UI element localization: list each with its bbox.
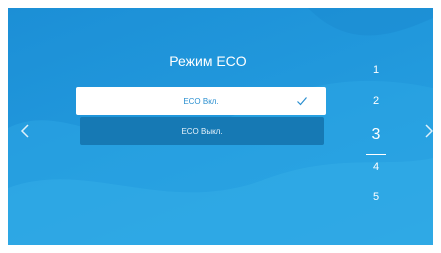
page-title: Режим ECO bbox=[169, 53, 247, 69]
page-number-4[interactable]: 4 bbox=[364, 161, 388, 173]
page-number-1[interactable]: 1 bbox=[364, 64, 388, 76]
page-number-3[interactable]: 3 bbox=[364, 126, 388, 144]
page-number-5[interactable]: 5 bbox=[364, 191, 388, 203]
eco-mode-screen: Режим ECO ECO Вкл. ECO Выкл. 1 2 3 4 5 bbox=[8, 8, 433, 245]
page-number-2[interactable]: 2 bbox=[364, 95, 388, 107]
chevron-right-icon[interactable] bbox=[424, 124, 433, 138]
current-page-indicator bbox=[366, 154, 386, 155]
check-icon bbox=[297, 97, 307, 106]
option-label: ECO Выкл. bbox=[181, 126, 223, 136]
chevron-left-icon[interactable] bbox=[20, 124, 30, 138]
option-label: ECO Вкл. bbox=[183, 96, 219, 106]
option-eco-off[interactable]: ECO Выкл. bbox=[80, 117, 324, 145]
option-eco-on[interactable]: ECO Вкл. bbox=[76, 87, 326, 115]
